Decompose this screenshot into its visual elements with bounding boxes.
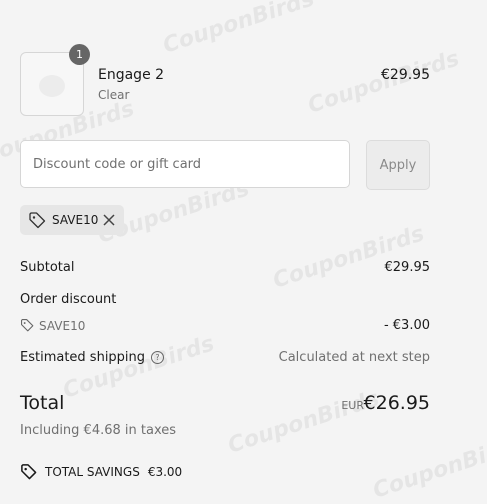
total-value: €26.95 (363, 392, 430, 414)
product-name: Engage 2 (98, 67, 165, 83)
watermark: CouponBirds (224, 386, 383, 459)
order-discount-code: SAVE10 (39, 319, 86, 333)
watermark: CouponBirds (369, 431, 487, 504)
taxes-text: Including €4.68 in taxes (20, 423, 177, 438)
total-savings: TOTAL SAVINGS €3.00 (20, 463, 182, 480)
savings-value: €3.00 (147, 464, 183, 479)
watermark: CouponBirds (159, 0, 318, 59)
shipping-value: Calculated at next step (278, 350, 430, 365)
order-discount-label: Order discount (20, 292, 117, 307)
order-discount-row: Order discount (20, 292, 430, 307)
applied-discount-chip: SAVE10 (20, 205, 124, 235)
order-discount-code-row: SAVE10 - €3.00 (20, 318, 430, 334)
subtotal-row: Subtotal €29.95 (20, 260, 430, 275)
applied-discount-code: SAVE10 (52, 213, 99, 227)
quantity-badge: 1 (69, 44, 90, 65)
discount-code-input[interactable] (20, 140, 350, 188)
total-currency: EUR (341, 399, 364, 412)
help-icon[interactable]: ? (151, 351, 165, 364)
savings-label: TOTAL SAVINGS (45, 464, 140, 479)
cart-line-item: 1 Engage 2 Clear €29.95 (20, 44, 430, 116)
remove-discount-icon[interactable] (102, 213, 116, 227)
tag-icon (21, 464, 37, 480)
tag-icon (21, 319, 34, 332)
subtotal-value: €29.95 (384, 260, 431, 275)
shipping-row: Estimated shipping? Calculated at next s… (20, 350, 430, 365)
product-price: €29.95 (381, 67, 430, 83)
apply-button[interactable]: Apply (366, 140, 430, 190)
order-discount-value: - €3.00 (383, 318, 430, 333)
watermark: CouponBirds (269, 221, 428, 294)
subtotal-label: Subtotal (20, 260, 75, 275)
total-label: Total (20, 392, 65, 414)
shipping-label: Estimated shipping (20, 350, 146, 365)
tag-icon (29, 212, 46, 229)
product-image (39, 75, 65, 97)
product-variant: Clear (98, 88, 130, 102)
watermark: CouponBirds (59, 331, 218, 404)
